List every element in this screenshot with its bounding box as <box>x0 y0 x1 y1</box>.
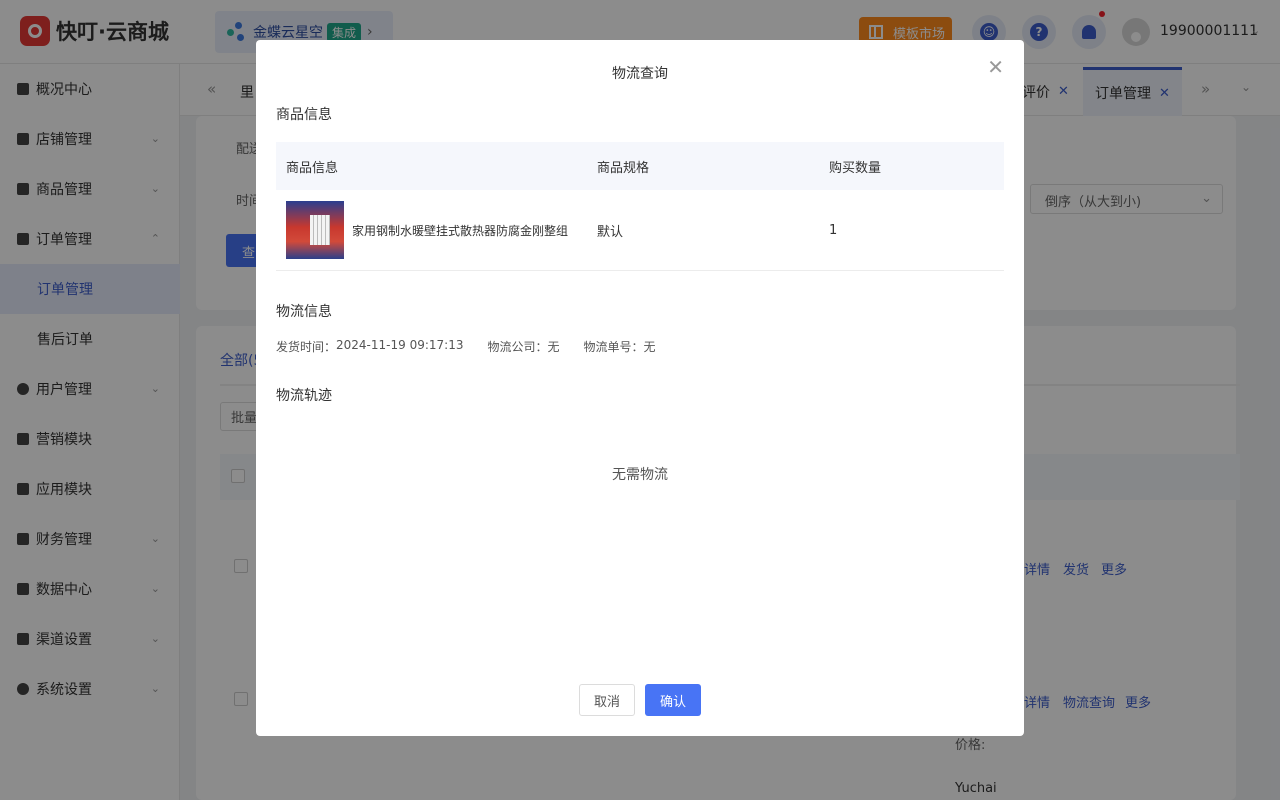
tracking-value: 无 <box>643 340 656 354</box>
company-value: 无 <box>547 340 560 354</box>
product-table: 商品信息 商品规格 购买数量 家用钢制水暖壁挂式散热器防腐金刚整组 默认 1 <box>276 142 1004 271</box>
product-cell: 家用钢制水暖壁挂式散热器防腐金刚整组 <box>276 201 587 259</box>
product-quantity: 1 <box>829 222 838 238</box>
ship-time-value: 2024-11-19 09:17:13 <box>336 338 464 352</box>
column-header-spec: 商品规格 <box>597 160 650 176</box>
logistics-info-heading: 物流信息 <box>276 304 332 320</box>
product-spec: 默认 <box>597 224 624 240</box>
logistics-track-heading: 物流轨迹 <box>276 388 332 404</box>
close-icon[interactable]: ✕ <box>987 57 1004 77</box>
product-info-heading: 商品信息 <box>276 107 332 123</box>
no-logistics-message: 无需物流 <box>612 467 668 483</box>
tracking-label: 物流单号： <box>583 340 644 354</box>
column-header-product: 商品信息 <box>286 160 339 176</box>
logistics-query-dialog: 物流查询 ✕ 商品信息 商品信息 商品规格 购买数量 家用钢制水暖壁挂式散热器防… <box>256 40 1024 736</box>
logistics-info-line: 发货时间： 2024-11-19 09:17:13 物流公司： 无 物流单号： … <box>276 338 656 355</box>
table-row: 家用钢制水暖壁挂式散热器防腐金刚整组 默认 1 <box>276 190 1004 271</box>
cancel-button[interactable]: 取消 <box>579 684 635 716</box>
confirm-button[interactable]: 确认 <box>645 684 701 716</box>
table-header: 商品信息 商品规格 购买数量 <box>276 142 1004 190</box>
ship-time-label: 发货时间： <box>276 340 337 354</box>
product-thumbnail <box>286 201 344 259</box>
column-header-quantity: 购买数量 <box>829 160 882 176</box>
product-name: 家用钢制水暖壁挂式散热器防腐金刚整组 <box>352 223 569 238</box>
dialog-title: 物流查询 <box>612 66 668 82</box>
company-label: 物流公司： <box>487 340 548 354</box>
